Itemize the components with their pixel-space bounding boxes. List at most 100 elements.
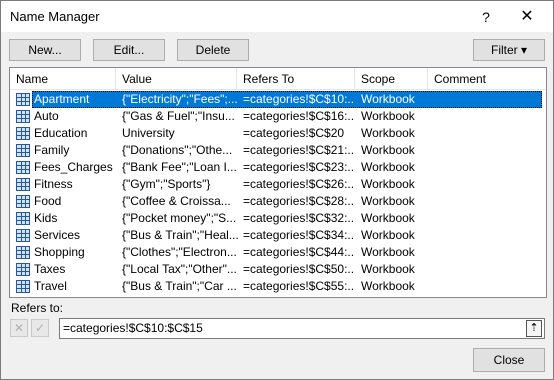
cell-name: Taxes	[34, 262, 66, 276]
title-bar: Name Manager ? ✕	[1, 1, 553, 32]
cell-name: Education	[34, 126, 88, 140]
cell-name: Services	[34, 228, 81, 242]
cell-refers: =categories!$C$55:...	[243, 279, 355, 293]
cell-comment	[434, 176, 542, 193]
cell-refers: =categories!$C$44:...	[243, 245, 355, 259]
cell-name: Fitness	[34, 177, 73, 191]
cell-value: {"Local Tax";"Other"...	[122, 262, 237, 276]
cell-comment	[434, 261, 542, 278]
named-range-icon	[16, 110, 30, 123]
confirm-icon[interactable]: ✓	[31, 319, 49, 337]
cell-scope: Workbook	[361, 109, 415, 123]
cell-comment	[434, 108, 542, 125]
names-list[interactable]: Name Value Refers To Scope Comment Apart…	[9, 67, 547, 298]
cell-refers: =categories!$C$21:...	[243, 143, 355, 157]
table-row[interactable]: Shopping {"Clothes";"Electron... =categori…	[10, 244, 546, 261]
window-title: Name Manager	[10, 9, 100, 24]
table-row[interactable]: Education University =categories!$C$20 Work…	[10, 125, 546, 142]
delete-button[interactable]: Delete	[177, 39, 249, 61]
cell-refers: =categories!$C$20	[243, 126, 345, 140]
named-range-icon	[16, 178, 30, 191]
cell-value: {"Gym";"Sports"}	[122, 177, 211, 191]
cell-scope: Workbook	[361, 228, 415, 242]
help-button[interactable]: ?	[471, 5, 501, 29]
cell-comment	[434, 142, 542, 159]
cell-value: {"Donations";"Othe...	[122, 143, 233, 157]
column-header-comment[interactable]: Comment	[428, 68, 546, 90]
table-row[interactable]: Auto {"Gas & Fuel";"Insu... =categories!$C…	[10, 108, 546, 125]
cell-scope: Workbook	[361, 211, 415, 225]
close-icon[interactable]: ✕	[512, 5, 542, 29]
cell-refers: =categories!$C$23:...	[243, 160, 355, 174]
table-row[interactable]: Taxes {"Local Tax";"Other"... =categories!…	[10, 261, 546, 278]
cell-value: University	[122, 126, 175, 140]
cell-scope: Workbook	[361, 160, 415, 174]
table-row[interactable]: Travel {"Bus & Train";"Car ... =categories…	[10, 278, 546, 295]
cell-value: {"Gas & Fuel";"Insu...	[122, 109, 235, 123]
column-header-refers-to[interactable]: Refers To	[237, 68, 355, 90]
named-range-icon	[16, 195, 30, 208]
cancel-icon[interactable]: ✕	[10, 319, 28, 337]
refers-to-label: Refers to:	[11, 301, 64, 315]
cell-name: Fees_Charges	[34, 160, 113, 174]
cell-comment	[434, 159, 542, 176]
cell-name: Auto	[34, 109, 59, 123]
column-header-name[interactable]: Name	[10, 68, 116, 90]
cell-name: Shopping	[34, 245, 85, 259]
column-header-scope[interactable]: Scope	[355, 68, 428, 90]
table-row[interactable]: Family {"Donations";"Othe... =categories!$…	[10, 142, 546, 159]
named-range-icon	[16, 229, 30, 242]
column-header-value[interactable]: Value	[116, 68, 237, 90]
cell-value: {"Coffee & Croissa...	[122, 194, 231, 208]
cell-name: Food	[34, 194, 62, 208]
cell-comment	[434, 193, 542, 210]
named-range-icon	[16, 280, 30, 293]
cell-scope: Workbook	[361, 143, 415, 157]
cell-refers: =categories!$C$16:...	[243, 109, 355, 123]
named-range-icon	[16, 93, 30, 106]
table-row[interactable]: Fees_Charges {"Bank Fee";"Loan I... =categ…	[10, 159, 546, 176]
filter-button[interactable]: Filter ▾	[473, 39, 545, 61]
new-button[interactable]: New...	[9, 39, 81, 61]
edit-button[interactable]: Edit...	[93, 39, 165, 61]
cell-value: {"Pocket money";"S...	[122, 211, 237, 225]
table-row[interactable]: Services {"Bus & Train";"Heal... =categori…	[10, 227, 546, 244]
cell-scope: Workbook	[361, 262, 415, 276]
cell-scope: Workbook	[361, 279, 415, 293]
table-row[interactable]: Apartment {"Electricity";"Fees";... =categ…	[10, 91, 546, 108]
cell-comment	[434, 210, 542, 227]
cell-refers: =categories!$C$26:...	[243, 177, 355, 191]
cell-scope: Workbook	[361, 177, 415, 191]
cell-comment	[434, 244, 542, 261]
refers-to-value: =categories!$C$10:$C$15	[63, 321, 203, 335]
cell-comment	[434, 227, 542, 244]
list-header: Name Value Refers To Scope Comment	[10, 68, 546, 90]
name-manager-dialog: Name Manager ? ✕ New... Edit... Delete F…	[0, 0, 554, 380]
table-row[interactable]: Kids {"Pocket money";"S... =categories!$C$…	[10, 210, 546, 227]
cell-name: Apartment	[34, 92, 90, 106]
cell-name: Travel	[34, 279, 67, 293]
cell-comment	[434, 125, 542, 142]
cell-comment	[434, 91, 542, 108]
table-row[interactable]: Fitness {"Gym";"Sports"} =categories!$C$26…	[10, 176, 546, 193]
named-range-icon	[16, 161, 30, 174]
cell-name: Family	[34, 143, 70, 157]
cell-value: {"Clothes";"Electron...	[122, 245, 237, 259]
cell-refers: =categories!$C$10:...	[243, 92, 355, 106]
cell-scope: Workbook	[361, 194, 415, 208]
cell-scope: Workbook	[361, 126, 415, 140]
collapse-dialog-icon[interactable]: ⇡	[526, 320, 542, 337]
cell-refers: =categories!$C$50:...	[243, 262, 355, 276]
refers-to-input[interactable]: =categories!$C$10:$C$15 ⇡	[59, 318, 545, 339]
table-row[interactable]: Food {"Coffee & Croissa... =categories!$C$…	[10, 193, 546, 210]
cell-comment	[434, 278, 542, 295]
named-range-icon	[16, 144, 30, 157]
close-button[interactable]: Close	[473, 348, 545, 372]
cell-value: {"Electricity";"Fees";...	[122, 92, 238, 106]
named-range-icon	[16, 212, 30, 225]
cell-value: {"Bank Fee";"Loan I...	[122, 160, 237, 174]
cell-refers: =categories!$C$28:...	[243, 194, 355, 208]
cell-value: {"Bus & Train";"Heal...	[122, 228, 238, 242]
cell-refers: =categories!$C$34:...	[243, 228, 355, 242]
named-range-icon	[16, 246, 30, 259]
